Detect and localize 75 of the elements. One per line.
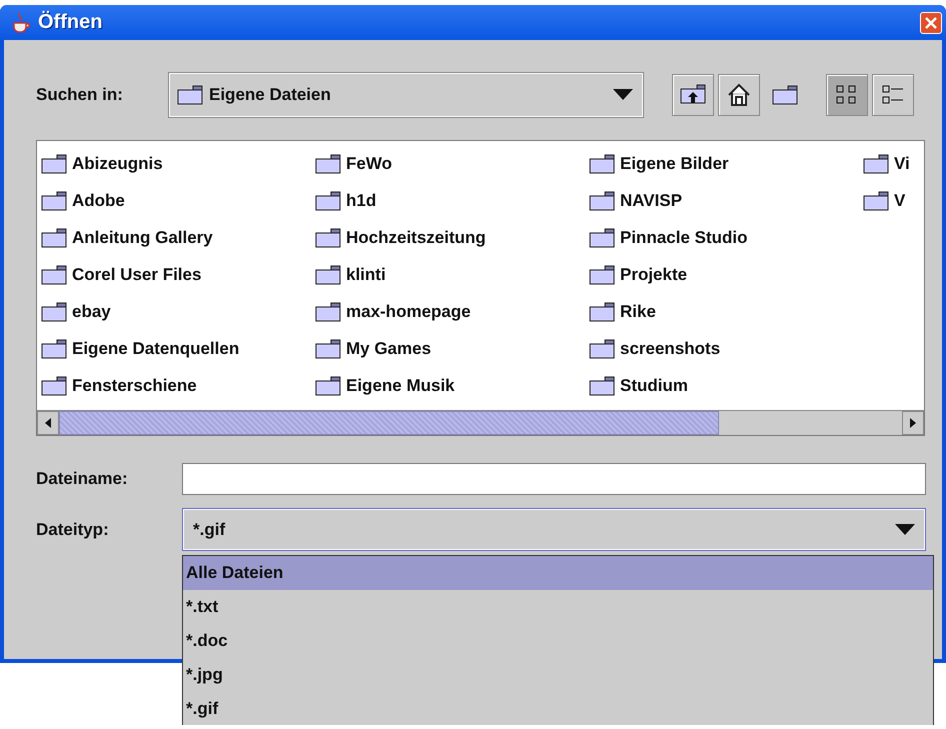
folder-item[interactable]: Studium bbox=[589, 367, 863, 404]
scroll-right-button[interactable] bbox=[902, 411, 924, 435]
details-button[interactable] bbox=[872, 74, 914, 116]
file-name-field[interactable] bbox=[182, 463, 926, 495]
up-button[interactable] bbox=[672, 74, 714, 116]
folder-item[interactable]: ebay bbox=[41, 293, 315, 330]
file-name-label: Dateiname: bbox=[36, 469, 129, 489]
folder-icon bbox=[589, 338, 615, 358]
folder-item[interactable]: Rike bbox=[589, 293, 863, 330]
folder-item[interactable]: max-homepage bbox=[315, 293, 589, 330]
folder-item[interactable]: Hochzeitszeitung bbox=[315, 219, 589, 256]
folder-item[interactable]: screenshots bbox=[589, 330, 863, 367]
right-arrow-icon bbox=[910, 418, 916, 428]
folder-item[interactable]: h1d bbox=[315, 182, 589, 219]
left-arrow-icon bbox=[45, 418, 51, 428]
dropdown-option[interactable]: *.txt bbox=[183, 590, 933, 624]
folder-icon bbox=[41, 190, 67, 210]
home-button[interactable] bbox=[718, 74, 760, 116]
look-in-dropdown[interactable]: Eigene Dateien bbox=[168, 72, 644, 118]
folder-icon bbox=[41, 338, 67, 358]
file-type-dropdown[interactable]: *.gif bbox=[182, 508, 926, 551]
folder-item[interactable]: V bbox=[863, 182, 946, 219]
folder-item[interactable]: Fensterschiene bbox=[41, 367, 315, 404]
folder-icon bbox=[589, 302, 615, 322]
folder-icon bbox=[41, 228, 67, 248]
folder-icon bbox=[863, 190, 889, 210]
folder-item[interactable]: FeWo bbox=[315, 145, 589, 182]
folder-item[interactable]: Corel User Files bbox=[41, 256, 315, 293]
folder-item[interactable]: Abizeugnis bbox=[41, 145, 315, 182]
folder-item[interactable]: Pinnacle Studio bbox=[589, 219, 863, 256]
scroll-left-button[interactable] bbox=[37, 411, 59, 435]
folder-item[interactable]: NAVISP bbox=[589, 182, 863, 219]
home-icon bbox=[727, 83, 751, 107]
look-in-label: Suchen in: bbox=[36, 85, 124, 105]
folder-icon bbox=[315, 228, 341, 248]
folder-item[interactable]: Vi bbox=[863, 145, 946, 182]
dropdown-option[interactable]: *.doc bbox=[183, 624, 933, 658]
folder-item[interactable]: Adobe bbox=[41, 182, 315, 219]
caret-icon bbox=[895, 524, 915, 536]
window-title: Öffnen bbox=[38, 11, 104, 34]
folder-icon bbox=[315, 264, 341, 284]
folder-icon bbox=[589, 264, 615, 284]
folder-item[interactable]: klinti bbox=[315, 256, 589, 293]
folder-icon bbox=[315, 376, 341, 396]
close-button[interactable] bbox=[920, 12, 942, 34]
folder-item[interactable]: Projekte bbox=[589, 256, 863, 293]
horizontal-scrollbar[interactable] bbox=[37, 410, 924, 435]
folder-icon bbox=[315, 302, 341, 322]
folder-icon bbox=[41, 376, 67, 396]
folder-item[interactable]: My Games bbox=[315, 330, 589, 367]
folder-icon bbox=[315, 190, 341, 210]
folder-icon bbox=[589, 190, 615, 210]
folder-icon bbox=[41, 264, 67, 284]
folder-icon bbox=[41, 302, 67, 322]
close-icon bbox=[925, 16, 937, 28]
folder-icon bbox=[589, 228, 615, 248]
folder-icon bbox=[315, 154, 341, 174]
folder-icon bbox=[589, 154, 615, 174]
folder-icon bbox=[177, 85, 203, 105]
folder-icon bbox=[315, 338, 341, 358]
folder-icon bbox=[863, 154, 889, 174]
scroll-thumb[interactable] bbox=[59, 411, 719, 435]
list-button[interactable] bbox=[826, 74, 868, 116]
caret-icon bbox=[613, 89, 633, 101]
folder-icon bbox=[589, 376, 615, 396]
folder-icon bbox=[772, 84, 798, 106]
folder-item[interactable]: Eigene Bilder bbox=[589, 145, 863, 182]
folder-item[interactable]: Eigene Musik bbox=[315, 367, 589, 404]
folder-item[interactable]: Eigene Datenquellen bbox=[41, 330, 315, 367]
folder-item[interactable]: Anleitung Gallery bbox=[41, 219, 315, 256]
dropdown-option[interactable]: *.jpg bbox=[183, 658, 933, 692]
dropdown-option[interactable]: Alle Dateien bbox=[183, 556, 933, 590]
folder-icon bbox=[41, 154, 67, 174]
file-type-label: Dateityp: bbox=[36, 520, 110, 540]
dropdown-option[interactable]: *.gif bbox=[183, 692, 933, 725]
